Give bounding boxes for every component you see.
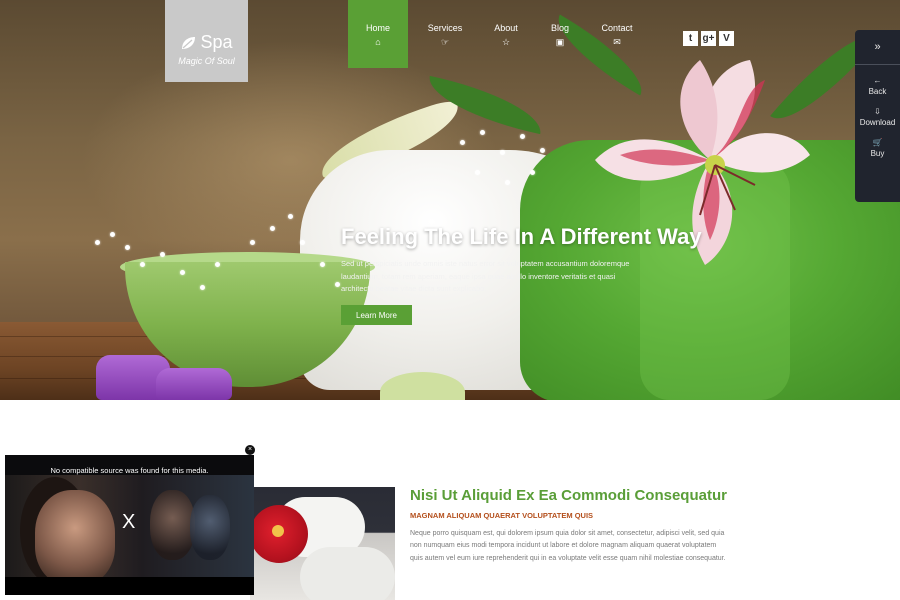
brand-tagline: Magic Of Soul — [178, 56, 235, 66]
nav-blog[interactable]: Blog ▣ — [530, 0, 590, 68]
purple-candle-image — [156, 368, 232, 400]
nav-about[interactable]: About ☆ — [482, 0, 530, 68]
download-label: Download — [859, 118, 896, 127]
nav-label: Blog — [550, 23, 569, 33]
hand-point-icon: ☞ — [440, 37, 450, 47]
page: Spa Magic Of Soul Home ⌂ Services ☞ Abou… — [0, 0, 900, 600]
buy-label: Buy — [870, 149, 885, 158]
video-thumbnail — [35, 490, 115, 585]
hero-body: Sed ut perspiciatis unde omnis iste natu… — [341, 259, 630, 293]
leaf-icon — [182, 36, 196, 49]
vimeo-icon[interactable]: V — [719, 31, 734, 46]
section-title: Nisi Ut Aliquid Ex Ea Commodi Consequatu… — [410, 487, 727, 504]
download-button[interactable]: ⇩ Download — [855, 107, 900, 127]
nav-home[interactable]: Home ⌂ — [348, 0, 408, 68]
nav-label: About — [494, 23, 518, 33]
close-icon[interactable]: X — [122, 511, 135, 534]
nav-label: Contact — [601, 23, 633, 33]
panel-toggle-icon[interactable]: » — [855, 30, 900, 65]
learn-more-button[interactable]: Learn More — [341, 305, 412, 325]
back-label: Back — [868, 87, 887, 96]
hero-title: Feeling The Life In A Different Way — [341, 224, 702, 249]
buy-button[interactable]: 🛒 Buy — [855, 138, 900, 158]
nav-label: Services — [427, 23, 463, 33]
back-button[interactable]: ← Back — [855, 76, 900, 96]
twitter-icon[interactable]: t — [683, 31, 698, 46]
nav-label: Home — [365, 23, 390, 33]
image-icon: ▣ — [555, 37, 565, 47]
brand-logo[interactable]: Spa Magic Of Soul — [165, 0, 248, 82]
spa-towels-photo — [250, 487, 395, 600]
side-panel: » ← Back ⇩ Download 🛒 Buy — [855, 30, 900, 202]
download-icon: ⇩ — [874, 107, 881, 116]
main-nav: Home ⌂ Services ☞ About ☆ Blog ▣ Contact… — [348, 0, 644, 68]
cart-icon: 🛒 — [872, 138, 883, 147]
social-links: t g+ V — [683, 31, 734, 46]
nav-contact[interactable]: Contact ✉ — [590, 0, 644, 68]
video-control-bar[interactable] — [5, 577, 254, 595]
section-body: Neque porro quisquam est, qui dolorem ip… — [410, 530, 726, 562]
home-icon: ⌂ — [375, 37, 381, 47]
star-icon: ☆ — [501, 37, 511, 47]
video-error-message: No compatible source was found for this … — [50, 466, 209, 475]
google-plus-icon[interactable]: g+ — [701, 31, 716, 46]
envelope-icon: ✉ — [613, 37, 621, 47]
nav-services[interactable]: Services ☞ — [408, 0, 482, 68]
video-player[interactable]: No compatible source was found for this … — [5, 455, 254, 595]
section-subtitle: MAGNAM ALIQUAM QUAERAT VOLUPTATEM QUIS — [410, 511, 594, 520]
arrow-left-icon: ← — [873, 76, 882, 85]
brand-name: Spa — [200, 32, 233, 52]
dismiss-video-icon[interactable]: × — [245, 445, 255, 455]
